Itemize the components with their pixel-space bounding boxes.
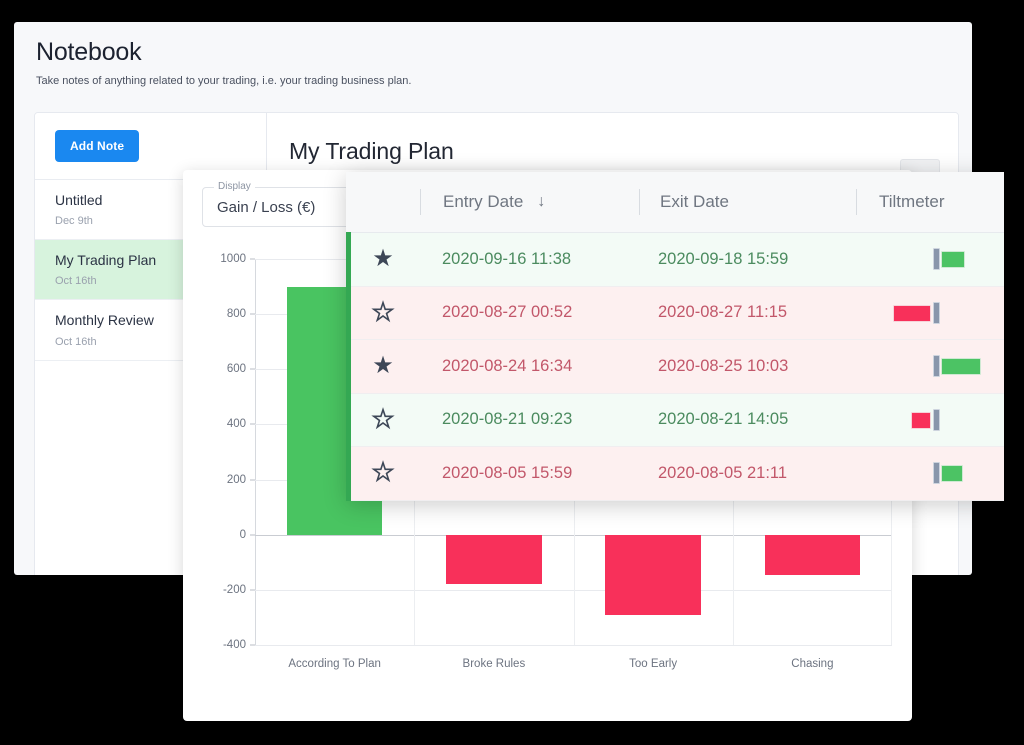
tiltmeter-center-marker [932, 462, 940, 485]
sort-descending-icon: ↓ [537, 193, 546, 210]
tiltmeter-bar [941, 465, 963, 483]
trades-table-panel: Entry Date ↓ Exit Date Tiltmeter ★ 2020-0… [346, 172, 1004, 501]
table-row[interactable]: ★ 2020-08-24 16:34 2020-08-25 10:03 [346, 340, 1004, 394]
chart-bar[interactable] [605, 534, 701, 615]
tiltmeter-gauge [876, 301, 996, 325]
trades-table-header: Entry Date ↓ Exit Date Tiltmeter [346, 172, 1004, 233]
cell-exit-date: 2020-08-27 11:15 [658, 303, 788, 322]
table-left-accent [346, 232, 351, 501]
star-outline-icon[interactable]: ★ [346, 406, 420, 432]
y-axis [255, 259, 256, 645]
cell-entry-date: 2020-08-24 16:34 [442, 356, 573, 375]
tiltmeter-center-marker [932, 248, 940, 271]
cell-exit-date: 2020-09-18 15:59 [658, 249, 789, 268]
tiltmeter-gauge [876, 461, 996, 485]
table-row[interactable]: ★ 2020-08-05 15:59 2020-08-05 21:11 [346, 447, 1004, 501]
notebook-header: Notebook Take notes of anything related … [14, 22, 972, 98]
cell-exit-date: 2020-08-21 14:05 [658, 410, 789, 429]
y-axis-tick-mark [250, 423, 255, 425]
cell-tiltmeter [854, 354, 1004, 378]
star-filled-icon[interactable]: ★ [346, 247, 420, 271]
column-header-tiltmeter-label: Tiltmeter [879, 192, 945, 211]
display-select-value: Gain / Loss (€) [217, 199, 316, 216]
page-title: Notebook [36, 38, 142, 66]
tiltmeter-bar [893, 304, 931, 322]
column-header-exit-date-label: Exit Date [660, 192, 729, 211]
x-axis-tick-label: Broke Rules [462, 658, 526, 670]
chart-bar[interactable] [764, 534, 861, 575]
tiltmeter-center-marker [932, 301, 940, 324]
cell-exit-date: 2020-08-05 21:11 [658, 463, 788, 482]
tiltmeter-gauge [876, 354, 996, 378]
y-axis-tick-mark [250, 534, 255, 536]
y-axis-tick-mark [250, 368, 255, 370]
table-row[interactable]: ★ 2020-09-16 11:38 2020-09-18 15:59 [346, 233, 1004, 287]
page-subtitle: Take notes of anything related to your t… [36, 74, 412, 87]
gridline [255, 645, 892, 646]
cell-entry-date: 2020-08-21 09:23 [442, 410, 573, 429]
tiltmeter-bar [911, 411, 931, 429]
tiltmeter-bar [941, 251, 965, 269]
cell-tiltmeter [854, 247, 1004, 271]
trades-table-body: ★ 2020-09-16 11:38 2020-09-18 15:59 ★ 2020-0… [346, 233, 1004, 501]
tiltmeter-bar [941, 358, 981, 376]
star-outline-icon[interactable]: ★ [346, 299, 420, 325]
cell-tiltmeter [854, 461, 1004, 485]
table-row[interactable]: ★ 2020-08-27 00:52 2020-08-27 11:15 [346, 286, 1004, 340]
y-axis-tick-mark [250, 479, 255, 481]
column-header-entry-date-label: Entry Date [443, 192, 524, 211]
x-axis-tick-label: Chasing [791, 658, 834, 670]
cell-entry-date: 2020-08-05 15:59 [442, 463, 573, 482]
add-note-button[interactable]: Add Note [55, 130, 140, 162]
cell-entry-date: 2020-09-16 11:38 [442, 249, 572, 268]
tiltmeter-gauge [876, 247, 996, 271]
y-axis-tick-mark [250, 313, 255, 315]
column-header-exit-date[interactable]: Exit Date [640, 192, 856, 212]
y-axis-tick-mark [250, 258, 255, 260]
note-editor-title: My Trading Plan [289, 138, 454, 164]
display-select-label: Display [214, 181, 255, 192]
table-row[interactable]: ★ 2020-08-21 09:23 2020-08-21 14:05 [346, 393, 1004, 447]
tiltmeter-center-marker [932, 408, 940, 431]
cell-tiltmeter [854, 408, 1004, 432]
star-outline-icon[interactable]: ★ [346, 460, 420, 486]
column-header-entry-date[interactable]: Entry Date ↓ [421, 192, 639, 212]
y-axis-tick-mark [250, 644, 255, 646]
tiltmeter-center-marker [932, 355, 940, 378]
chart-bar[interactable] [446, 534, 542, 585]
column-header-tiltmeter[interactable]: Tiltmeter [857, 192, 1004, 212]
screenshot-root: Notebook Take notes of anything related … [0, 0, 1024, 745]
x-axis-tick-label: According To Plan [288, 658, 381, 670]
star-filled-icon[interactable]: ★ [346, 354, 420, 378]
cell-exit-date: 2020-08-25 10:03 [658, 356, 789, 375]
tiltmeter-gauge [876, 408, 996, 432]
cell-tiltmeter [854, 301, 1004, 325]
y-axis-tick-mark [250, 589, 255, 591]
cell-entry-date: 2020-08-27 00:52 [442, 303, 573, 322]
x-axis-tick-label: Too Early [629, 658, 678, 670]
